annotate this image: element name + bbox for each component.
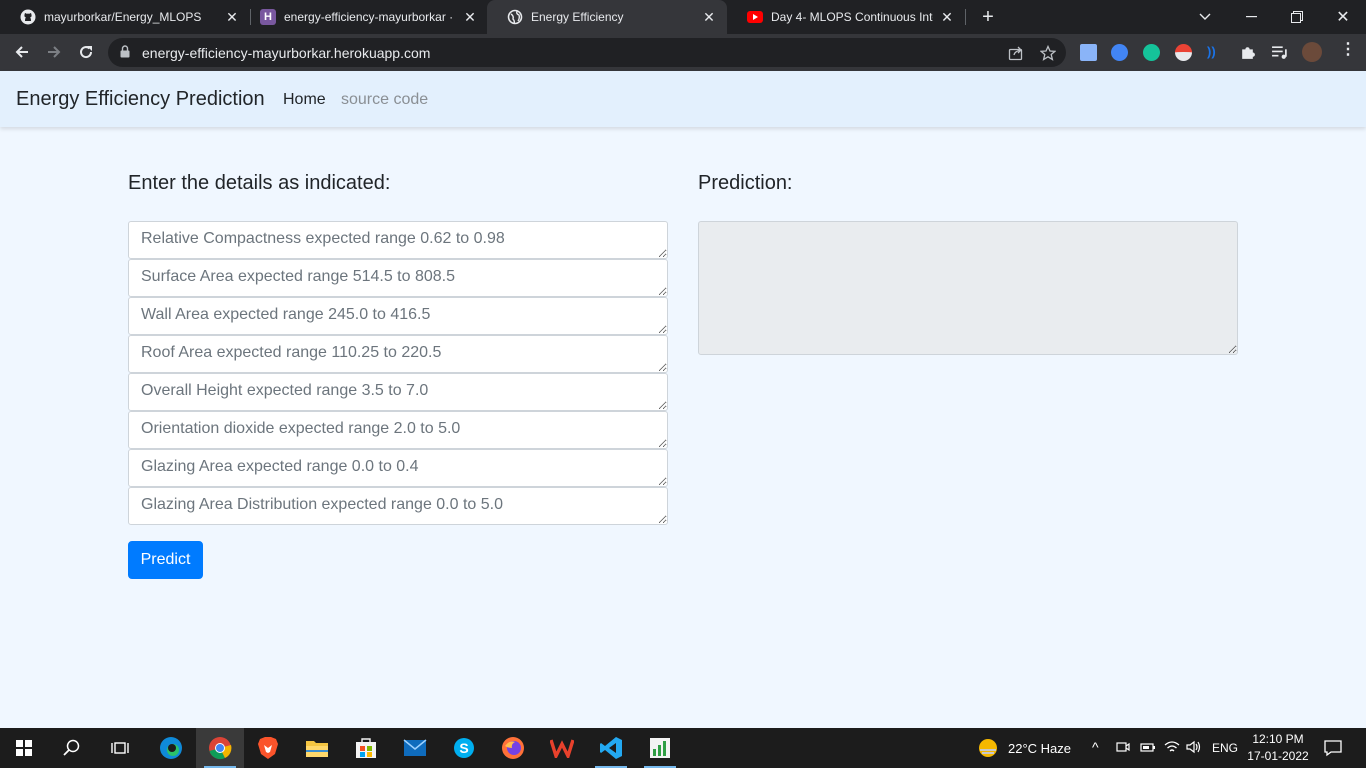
- chrome-taskbar-icon[interactable]: [196, 728, 244, 768]
- volume-icon[interactable]: [1186, 740, 1202, 757]
- notification-icon[interactable]: [1324, 739, 1342, 760]
- new-tab-button[interactable]: +: [976, 5, 1000, 29]
- meet-now-icon[interactable]: [1116, 740, 1130, 757]
- tab-title: mayurborkar/Energy_MLOPS: [44, 10, 202, 24]
- brave-icon[interactable]: [244, 728, 292, 768]
- file-explorer-icon[interactable]: [293, 728, 341, 768]
- grammarly-icon[interactable]: [1143, 44, 1160, 61]
- wall-area-input[interactable]: [128, 297, 668, 335]
- weather-icon[interactable]: [966, 728, 1010, 768]
- weather-text[interactable]: 22°C Haze: [1008, 741, 1071, 756]
- reading-list-icon[interactable]: [1271, 44, 1288, 61]
- lock-icon: [120, 45, 130, 63]
- profile-avatar[interactable]: [1302, 42, 1322, 62]
- tab-github[interactable]: mayurborkar/Energy_MLOPS ✕: [0, 0, 250, 34]
- firefox-icon[interactable]: [489, 728, 537, 768]
- tray-chevron-up-icon[interactable]: ^: [1092, 739, 1099, 755]
- minimize-button[interactable]: [1228, 0, 1274, 34]
- bookmark-star-icon[interactable]: [1039, 44, 1057, 61]
- nav-link-source-code[interactable]: source code: [341, 91, 428, 109]
- globe-icon: [507, 9, 523, 25]
- prediction-output: [698, 221, 1238, 355]
- back-button[interactable]: [9, 39, 35, 65]
- youtube-icon: [747, 9, 763, 25]
- prediction-heading: Prediction:: [698, 172, 793, 194]
- glazing-area-input[interactable]: [128, 449, 668, 487]
- glazing-area-distribution-input[interactable]: [128, 487, 668, 525]
- extension-flag-icon[interactable]: [1080, 44, 1097, 61]
- task-view-icon[interactable]: [96, 728, 144, 768]
- orientation-input[interactable]: [128, 411, 668, 449]
- predict-button[interactable]: Predict: [128, 541, 203, 579]
- clock-date: 17-01-2022: [1247, 749, 1309, 763]
- clock-time: 12:10 PM: [1252, 732, 1304, 746]
- restore-button[interactable]: [1274, 0, 1320, 34]
- battery-icon[interactable]: [1140, 740, 1156, 757]
- address-bar[interactable]: energy-efficiency-mayurborkar.herokuapp.…: [108, 38, 1066, 67]
- relative-compactness-input[interactable]: [128, 221, 668, 259]
- windows-start-icon[interactable]: [0, 728, 48, 768]
- windows-taskbar: S 22°C Haze ^ ENG 12:10 PM 17-01-2022: [0, 728, 1366, 768]
- mail-icon[interactable]: [391, 728, 439, 768]
- tab-youtube[interactable]: Day 4- MLOPS Continuous Integration ✕: [727, 0, 965, 34]
- close-icon[interactable]: ✕: [701, 9, 717, 25]
- svg-text:S: S: [459, 740, 468, 756]
- site-navbar: Energy Efficiency Prediction Home source…: [0, 71, 1366, 127]
- tab-energy-efficiency[interactable]: Energy Efficiency ✕: [487, 0, 727, 34]
- surface-area-input[interactable]: [128, 259, 668, 297]
- tab-heroku[interactable]: H energy-efficiency-mayurborkar · Settin…: [240, 0, 488, 34]
- search-icon[interactable]: [48, 728, 96, 768]
- tab-title: energy-efficiency-mayurborkar · Settings…: [284, 10, 456, 24]
- menu-kebab-icon[interactable]: ⋮: [1340, 42, 1356, 61]
- forward-button[interactable]: [41, 39, 67, 65]
- roof-area-input[interactable]: [128, 335, 668, 373]
- browser-tab-strip: mayurborkar/Energy_MLOPS ✕ H energy-effi…: [0, 0, 1366, 34]
- vscode-icon[interactable]: [587, 728, 635, 768]
- language-indicator[interactable]: ENG: [1212, 741, 1238, 755]
- tab-search-icon[interactable]: [1182, 0, 1228, 34]
- close-icon[interactable]: ✕: [224, 9, 240, 25]
- tab-separator: [965, 9, 966, 25]
- nav-link-home[interactable]: Home: [283, 91, 326, 109]
- github-icon: [20, 9, 36, 25]
- form-heading: Enter the details as indicated:: [128, 172, 391, 194]
- navbar-brand[interactable]: Energy Efficiency Prediction: [16, 88, 265, 111]
- close-icon[interactable]: ✕: [939, 9, 955, 25]
- reload-button[interactable]: [73, 39, 99, 65]
- overall-height-input[interactable]: [128, 373, 668, 411]
- wifi-icon[interactable]: [1164, 740, 1180, 757]
- tab-title: Day 4- MLOPS Continuous Integration: [771, 10, 933, 24]
- share-icon[interactable]: [1008, 45, 1024, 61]
- pokeball-extension-icon[interactable]: [1175, 44, 1192, 61]
- wps-office-icon[interactable]: [538, 728, 586, 768]
- system-clock[interactable]: 12:10 PM 17-01-2022: [1240, 731, 1316, 765]
- close-window-button[interactable]: ✕: [1320, 0, 1366, 34]
- microsoft-store-icon[interactable]: [342, 728, 390, 768]
- wifi-extension-icon[interactable]: )): [1207, 44, 1224, 61]
- extension-colorzilla-icon[interactable]: [1111, 44, 1128, 61]
- spreadsheet-app-icon[interactable]: [636, 728, 684, 768]
- skype-icon[interactable]: S: [440, 728, 488, 768]
- browser-toolbar: energy-efficiency-mayurborkar.herokuapp.…: [0, 34, 1366, 71]
- close-icon[interactable]: ✕: [462, 9, 478, 25]
- tab-title: Energy Efficiency: [531, 10, 624, 24]
- puzzle-extensions-icon[interactable]: [1239, 44, 1256, 61]
- edge-icon[interactable]: [147, 728, 195, 768]
- url-text: energy-efficiency-mayurborkar.herokuapp.…: [142, 45, 431, 61]
- heroku-icon: H: [260, 9, 276, 25]
